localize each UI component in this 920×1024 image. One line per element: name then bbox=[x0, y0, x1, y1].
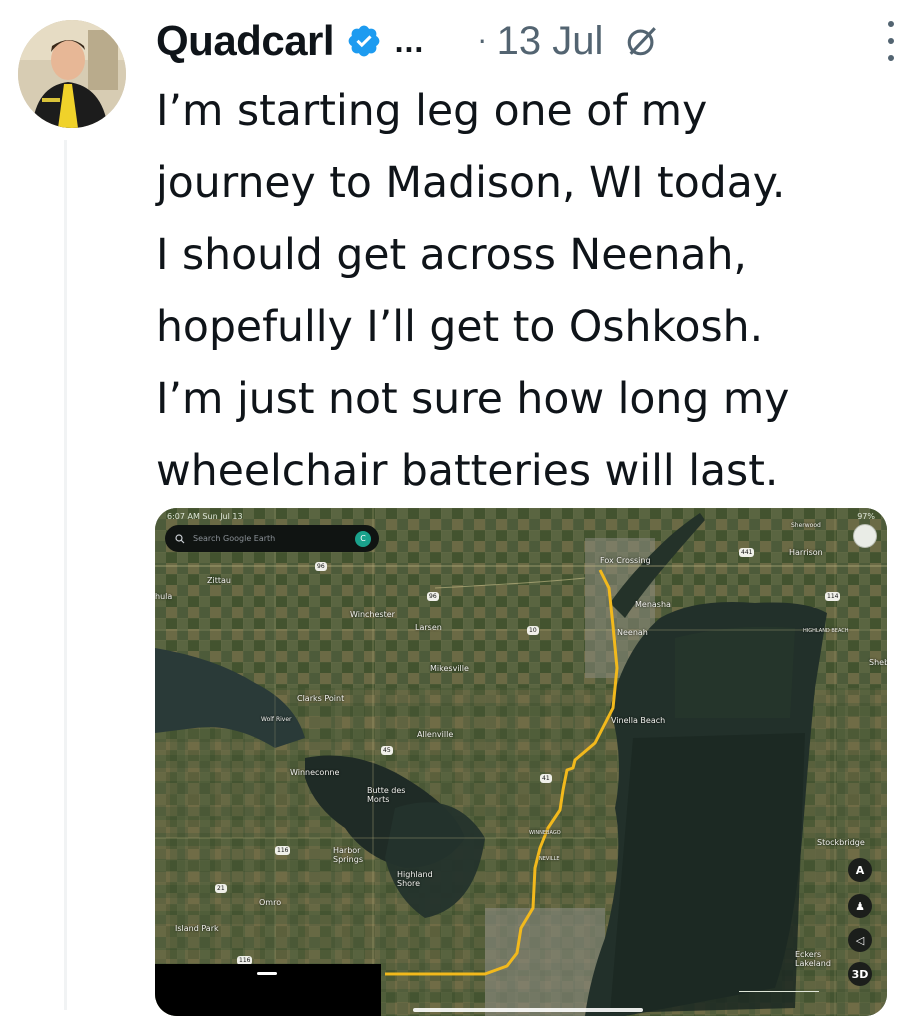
place-label: NEVILLE bbox=[539, 856, 560, 862]
my-location-button[interactable]: ◁ bbox=[848, 928, 872, 952]
more-options-icon[interactable] bbox=[886, 21, 896, 61]
place-label: Harrison bbox=[789, 548, 823, 557]
north-compass-button[interactable]: A bbox=[848, 858, 872, 882]
street-view-pegman-button[interactable]: ♟ bbox=[848, 894, 872, 918]
place-label: Harbor Springs bbox=[333, 846, 363, 864]
scale-bar bbox=[739, 983, 819, 992]
road-shield: 21 bbox=[215, 884, 227, 893]
place-label: Highland Shore bbox=[397, 870, 433, 888]
place-label: Zittau bbox=[207, 576, 231, 585]
tweet-header: Quadcarl ... · 13 Jul bbox=[156, 10, 896, 72]
tweet-date[interactable]: 13 Jul bbox=[497, 19, 604, 64]
place-label: Eckers Lakeland bbox=[795, 950, 831, 968]
system-nav-bar bbox=[155, 964, 381, 1016]
place-label: HIGHLAND BEACH bbox=[803, 628, 849, 634]
tweet-text: I’m starting leg one of my journey to Ma… bbox=[156, 87, 790, 496]
separator-dot: · bbox=[477, 24, 487, 58]
place-label: Stockbridge bbox=[817, 838, 865, 847]
search-placeholder: Search Google Earth bbox=[193, 534, 276, 543]
place-label: Winneconne bbox=[290, 768, 340, 777]
home-indicator[interactable] bbox=[413, 1008, 643, 1012]
road-shield: 114 bbox=[825, 592, 841, 601]
tweet-media-image[interactable]: 6:07 AM Sun Jul 13 97% Search Google Ear… bbox=[155, 508, 887, 1016]
place-label: hula bbox=[155, 592, 173, 601]
thread-line bbox=[64, 140, 67, 1010]
place-label: Mikesville bbox=[430, 664, 469, 673]
status-time: 6:07 AM Sun Jul 13 bbox=[167, 512, 243, 521]
road-shield: 116 bbox=[275, 846, 291, 855]
place-label: Vinella Beach bbox=[611, 716, 666, 725]
place-label: Sheb bbox=[869, 658, 887, 667]
place-label: Butte des Morts bbox=[367, 786, 406, 804]
place-label: Island Park bbox=[175, 924, 219, 933]
road-shield: 10 bbox=[527, 626, 539, 635]
compass-icon[interactable] bbox=[853, 524, 877, 548]
nav-handle bbox=[257, 972, 277, 975]
name-ellipsis: ... bbox=[394, 29, 424, 59]
place-label: Clarks Point bbox=[297, 694, 345, 703]
place-label: Allenville bbox=[417, 730, 454, 739]
author-name[interactable]: Quadcarl bbox=[156, 17, 335, 65]
place-label: Winchester bbox=[350, 610, 395, 619]
place-label: Larsen bbox=[415, 623, 442, 632]
place-label: Menasha bbox=[635, 600, 671, 609]
road-shield: 96 bbox=[315, 562, 327, 571]
road-shield: 41 bbox=[540, 774, 552, 783]
account-avatar[interactable]: C bbox=[355, 530, 371, 547]
place-label: WINNEBAGO bbox=[529, 830, 561, 836]
road-shield: 45 bbox=[381, 746, 393, 755]
google-earth-search[interactable]: Search Google Earth C bbox=[165, 525, 379, 552]
place-label: Fox Crossing bbox=[600, 556, 651, 565]
place-label: Omro bbox=[259, 898, 282, 907]
satellite-map bbox=[155, 508, 887, 1016]
3d-toggle-button[interactable]: 3D bbox=[848, 962, 872, 986]
road-shield: 441 bbox=[739, 548, 755, 557]
avatar-photo bbox=[18, 20, 126, 128]
place-label: Wolf River bbox=[261, 716, 292, 723]
battery-status: 97% bbox=[857, 512, 875, 521]
verified-badge-icon[interactable] bbox=[346, 23, 382, 59]
place-label: Sherwood bbox=[791, 522, 821, 529]
road-shield: 96 bbox=[427, 592, 439, 601]
place-label: Neenah bbox=[617, 628, 648, 637]
grok-icon[interactable] bbox=[625, 24, 659, 58]
search-icon bbox=[175, 533, 185, 543]
author-avatar[interactable] bbox=[18, 20, 126, 128]
